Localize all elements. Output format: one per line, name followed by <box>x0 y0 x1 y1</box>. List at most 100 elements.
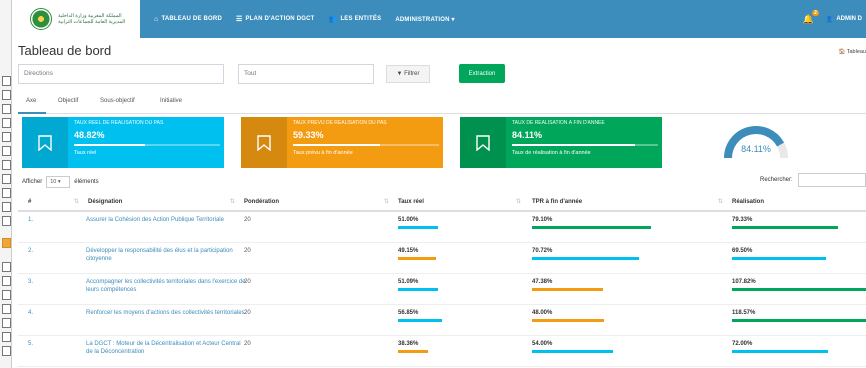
progress-cell: 48.00% <box>532 310 682 322</box>
progress-bar <box>532 288 603 291</box>
info-value: 84.11% <box>512 130 543 140</box>
nav-administration-label: ADMINISTRATION ▾ <box>395 16 455 23</box>
search-input[interactable] <box>798 173 866 187</box>
user-icon: 👤 <box>825 16 834 23</box>
progress-value: 51.09% <box>398 279 419 285</box>
sort-icon[interactable]: ⇅ <box>516 198 521 205</box>
progress-value: 79.33% <box>732 217 753 223</box>
sort-icon[interactable]: ⇅ <box>384 198 389 205</box>
progress-cell: 107.82% <box>732 279 866 291</box>
progress-bar <box>398 288 438 291</box>
col-header-weight[interactable]: Pondération <box>244 199 279 205</box>
row-designation-link[interactable]: Assurer la Cohésion des Action Publique … <box>86 216 246 224</box>
nav-action-plan[interactable]: ☰ PLAN D'ACTION DGCT <box>236 15 315 23</box>
page-size-select[interactable]: 10 ▾ <box>46 176 71 188</box>
progress-cell: 54.00% <box>532 341 682 353</box>
info-desc: Taux de réalisation à fin d'année <box>512 150 591 156</box>
progress-bar <box>398 319 442 322</box>
nav-dashboard[interactable]: ⌂ TABLEAU DE BORD <box>154 16 222 23</box>
user-menu[interactable]: ADMIN D <box>836 16 862 22</box>
col-header-designation[interactable]: Désignation <box>88 199 122 205</box>
info-desc: Taux réel <box>74 150 97 156</box>
info-progress <box>512 144 658 146</box>
progress-cell: 51.00% <box>398 217 476 229</box>
tab-sous-objectif[interactable]: Sous-objectif <box>100 98 135 104</box>
table-row: 3. Accompagner les collectivités territor… <box>18 274 866 305</box>
home-icon: ⌂ <box>154 15 159 23</box>
col-header-real-rate[interactable]: Taux réel <box>398 199 424 205</box>
col-header-realisation[interactable]: Réalisation <box>732 199 764 205</box>
strip-box <box>2 188 11 198</box>
bookmark-icon <box>460 117 506 168</box>
show-suffix: éléments <box>74 179 99 185</box>
info-box-planned-rate: TAUX PRÉVU DE RÉALISATION DU PAS 59.33% … <box>241 117 443 168</box>
progress-cell: 56.85% <box>398 310 476 322</box>
progress-bar <box>732 226 838 229</box>
progress-bar <box>398 350 428 353</box>
strip-box <box>2 346 11 356</box>
tab-axe[interactable]: Axe <box>26 98 36 104</box>
sort-icon[interactable]: ⇅ <box>718 198 723 205</box>
progress-bar <box>532 257 639 260</box>
emblem-icon <box>30 8 52 30</box>
progress-cell: 49.15% <box>398 248 476 260</box>
row-designation-link[interactable]: Accompagner les collectivités territoria… <box>86 278 246 294</box>
strip-box <box>2 216 11 226</box>
page-size-value: 10 <box>50 179 57 185</box>
row-designation-link[interactable]: Développer la responsabilité des élus et… <box>86 247 246 263</box>
strip-box <box>2 318 11 328</box>
brand-logo[interactable]: المملكة المغربية وزارة الداخلية المديرية… <box>12 0 140 38</box>
scope-select[interactable]: Tout <box>238 64 374 84</box>
strip-box <box>2 174 11 184</box>
extraction-button[interactable]: Extraction <box>459 64 505 83</box>
nav-administration[interactable]: ADMINISTRATION ▾ <box>395 16 454 23</box>
info-label: TAUX PRÉVU DE RÉALISATION DU PAS <box>293 120 387 126</box>
strip-box-highlight <box>2 238 11 248</box>
data-table: # ⇅ Désignation ⇅ Pondération ⇅ Taux rée… <box>18 192 866 367</box>
row-weight: 20 <box>244 310 251 316</box>
sort-icon[interactable]: ⇅ <box>74 198 79 205</box>
col-header-num[interactable]: # <box>28 199 31 205</box>
nav-entities-label: LES ENTITÉS <box>340 16 382 22</box>
page-size-control: Afficher 10 ▾ éléments <box>22 176 99 188</box>
row-designation-link[interactable]: Renforcer les moyens d'actions des colle… <box>86 309 246 317</box>
info-box-real-rate: TAUX RÉEL DE RÉALISATION DU PAS 48.82% T… <box>22 117 224 168</box>
tab-objectif[interactable]: Objectif <box>58 98 78 104</box>
nav-entities[interactable]: 👥 LES ENTITÉS <box>329 15 382 23</box>
background-window-strip <box>0 0 12 368</box>
table-row: 2. Développer la responsabilité des élus … <box>18 243 866 274</box>
realisation-gauge <box>724 126 788 159</box>
info-box-year-end-rate: TAUX DE RÉALISATION À FIN D'ANNÉE 84.11%… <box>460 117 662 168</box>
progress-value: 48.00% <box>532 310 553 316</box>
strip-box <box>2 304 11 314</box>
tab-initiative[interactable]: Initiative <box>160 98 182 104</box>
progress-cell: 47.38% <box>532 279 682 291</box>
progress-value: 118.57% <box>732 310 756 316</box>
strip-box <box>2 332 11 342</box>
progress-value: 70.72% <box>532 248 553 254</box>
progress-bar <box>398 226 438 229</box>
direction-select[interactable]: Directions <box>18 64 224 84</box>
sort-icon[interactable]: ⇅ <box>230 198 235 205</box>
filter-button[interactable]: ▼ Filtrer <box>386 65 430 83</box>
strip-box <box>2 146 11 156</box>
row-number: 1. <box>28 217 34 223</box>
progress-bar <box>732 257 826 260</box>
show-prefix: Afficher <box>22 179 43 185</box>
progress-cell: 79.10% <box>532 217 682 229</box>
progress-value: 38.36% <box>398 341 419 347</box>
progress-value: 79.10% <box>532 217 553 223</box>
row-designation-link[interactable]: La DGCT : Moteur de la Décentralisation … <box>86 340 246 356</box>
list-icon: ☰ <box>236 16 243 23</box>
progress-bar <box>732 350 828 353</box>
breadcrumb[interactable]: 🏠 Tableau <box>838 49 866 55</box>
progress-value: 107.82% <box>732 279 756 285</box>
info-desc: Taux prévu à fin d'année <box>293 150 353 156</box>
notifications-button[interactable]: 🔔 2 <box>803 9 819 25</box>
logo-text: المملكة المغربية وزارة الداخلية المديرية… <box>58 13 126 25</box>
row-weight: 20 <box>244 341 251 347</box>
info-value: 59.33% <box>293 130 324 140</box>
info-value: 48.82% <box>74 130 105 140</box>
col-header-tpr[interactable]: TPR à fin d'année <box>532 199 582 205</box>
progress-value: 54.00% <box>532 341 553 347</box>
